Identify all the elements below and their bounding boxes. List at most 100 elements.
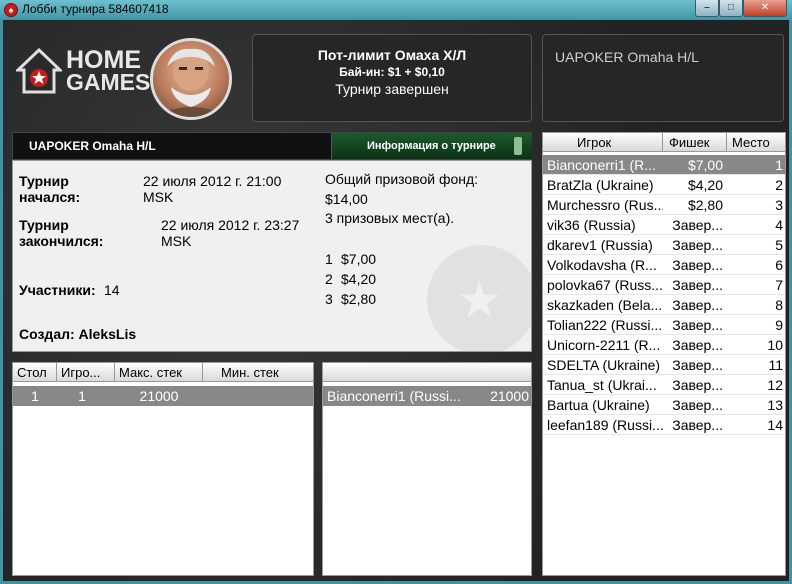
creator-label: Создал: AleksLis	[19, 326, 137, 342]
close-button[interactable]: ✕	[743, 0, 787, 17]
prize-place: 1	[325, 251, 333, 267]
player-row[interactable]: Volkodavsha (R... Завер... 6	[543, 255, 785, 275]
player-row[interactable]: Tanua_st (Ukrai... Завер... 12	[543, 375, 785, 395]
player-chips: Завер...	[672, 317, 723, 333]
ended-label: Турнир закончился:	[19, 217, 104, 249]
tournament-header: Пот-лимит Омаха Х/Л Бай-ин: $1 + $0,10 Т…	[252, 34, 532, 122]
player-row[interactable]: BratZla (Ukraine) $4,20 2	[543, 175, 785, 195]
player-name: leefan189 (Russi...	[547, 417, 663, 433]
tab-tournament-info-label: Информация о турнире	[367, 140, 496, 152]
player-row[interactable]: Murchessro (Rus... $2,80 3	[543, 195, 785, 215]
player-name: BratZla (Ukraine)	[547, 177, 654, 193]
player-place: 6	[775, 257, 783, 273]
player-place: 10	[767, 337, 783, 353]
player-place: 11	[768, 357, 783, 373]
info-icon	[514, 137, 522, 155]
player-place: 1	[775, 157, 783, 173]
window-title: Лобби турнира 584607418	[22, 2, 169, 16]
table-players-header	[323, 363, 531, 382]
logo-text-games: GAMES	[66, 69, 151, 95]
player-place: 2	[775, 177, 783, 193]
table-cell: 1	[78, 388, 86, 404]
tables-header: Стол Игро... Макс. стек Мин. стек	[13, 363, 313, 382]
avatar-portrait-icon	[153, 48, 229, 117]
tournament-status: Турнир завершен	[335, 81, 449, 97]
player-row[interactable]: Bianconerri1 (R... $7,00 1	[543, 155, 785, 175]
tables-list[interactable]: Стол Игро... Макс. стек Мин. стек 1 1 21…	[12, 362, 314, 576]
player-place: 8	[775, 297, 783, 313]
player-chips: Завер...	[672, 337, 723, 353]
player-row[interactable]: leefan189 (Russi... Завер... 14	[543, 415, 785, 435]
maximize-button[interactable]: □	[719, 0, 743, 17]
player-name: SDELTA (Ukraine)	[547, 357, 661, 373]
player-chips: Завер...	[672, 297, 723, 313]
prize-pool-label: Общий призовой фонд:	[325, 171, 479, 187]
house-icon	[16, 48, 62, 94]
club-name: UAPOKER Omaha H/L	[555, 49, 699, 65]
column-header-table[interactable]: Стол	[13, 363, 57, 382]
table-players-list[interactable]: Bianconerri1 (Russi... 21000	[322, 362, 532, 576]
player-name: Bartua (Ukraine)	[547, 397, 650, 413]
player-chips: Завер...	[672, 217, 723, 233]
players-list[interactable]: Игрок Фишек Место Bianconerri1 (R... $7,0…	[542, 132, 786, 576]
window-titlebar: ♠ Лобби турнира 584607418 – □ ✕	[0, 0, 792, 20]
player-row[interactable]: skazkaden (Bela... Завер... 8	[543, 295, 785, 315]
player-row[interactable]: Unicorn-2211 (R... Завер... 10	[543, 335, 785, 355]
started-label: Турнир начался:	[19, 173, 81, 205]
player-name: polovka67 (Russ...	[547, 277, 663, 293]
table-row[interactable]: 1 1 21000	[13, 386, 313, 406]
prize-place: 3	[325, 291, 333, 307]
player-name: vik36 (Russia)	[547, 217, 636, 233]
info-tab-bar: UAPOKER Omaha H/L Информация о турнире	[12, 132, 532, 160]
table-cell	[203, 386, 313, 406]
players-header: Игрок Фишек Место	[543, 133, 785, 152]
column-header-players[interactable]: Игро...	[57, 363, 115, 382]
player-chips: Завер...	[672, 237, 723, 253]
table-cell: 1	[31, 388, 39, 404]
column-header-player[interactable]: Игрок	[543, 133, 663, 152]
player-row[interactable]: Tolian222 (Russi... Завер... 9	[543, 315, 785, 335]
player-place: 12	[767, 377, 783, 393]
player-place: 14	[767, 417, 783, 433]
table-player-row[interactable]: Bianconerri1 (Russi... 21000	[323, 386, 531, 406]
player-chips: $7,00	[687, 157, 723, 173]
paid-places: 3 призовых мест(а).	[325, 210, 455, 226]
player-row[interactable]: SDELTA (Ukraine) Завер... 11	[543, 355, 785, 375]
column-header-max-stack[interactable]: Макс. стек	[115, 363, 203, 382]
player-place: 5	[775, 237, 783, 253]
ended-value: 22 июля 2012 г. 23:27 MSK	[161, 217, 300, 249]
column-header-place[interactable]: Место	[727, 133, 785, 152]
minimize-button[interactable]: –	[695, 0, 719, 17]
player-chips: $2,80	[687, 197, 723, 213]
player-name: dkarev1 (Russia)	[547, 237, 653, 253]
participants-label: Участники:	[19, 282, 96, 298]
prize-amount: $4,20	[341, 271, 377, 287]
column-header-min-stack[interactable]: Мин. стек	[203, 363, 313, 382]
buyin-text: Бай-ин: $1 + $0,10	[339, 65, 445, 79]
player-chips: Завер...	[672, 417, 723, 433]
prize-place: 2	[325, 271, 333, 287]
column-header-chips[interactable]: Фишек	[663, 133, 727, 152]
player-place: 4	[775, 217, 783, 233]
spade-watermark-icon: ★	[427, 245, 531, 351]
player-place: 9	[775, 317, 783, 333]
player-name: skazkaden (Bela...	[547, 297, 663, 313]
tournament-name: UAPOKER Omaha H/L	[29, 139, 156, 153]
player-name: Unicorn-2211 (R...	[547, 337, 661, 353]
game-type: Пот-лимит Омаха Х/Л	[317, 47, 467, 63]
tab-tournament-info[interactable]: Информация о турнире	[331, 133, 532, 159]
player-row[interactable]: vik36 (Russia) Завер... 4	[543, 215, 785, 235]
player-name: Tanua_st (Ukrai...	[547, 377, 657, 393]
player-row[interactable]: polovka67 (Russ... Завер... 7	[543, 275, 785, 295]
player-place: 7	[775, 277, 783, 293]
club-box: UAPOKER Omaha H/L	[542, 34, 784, 122]
prize-amount: $7,00	[341, 251, 377, 267]
pokerstars-app-icon: ♠	[4, 3, 18, 17]
home-games-logo: HOME GAMES	[16, 46, 150, 96]
participants-value: 14	[104, 282, 120, 298]
player-name: Bianconerri1 (R...	[547, 157, 656, 173]
player-place: 3	[775, 197, 783, 213]
player-chips: $4,20	[687, 177, 723, 193]
player-row[interactable]: Bartua (Ukraine) Завер... 13	[543, 395, 785, 415]
player-row[interactable]: dkarev1 (Russia) Завер... 5	[543, 235, 785, 255]
